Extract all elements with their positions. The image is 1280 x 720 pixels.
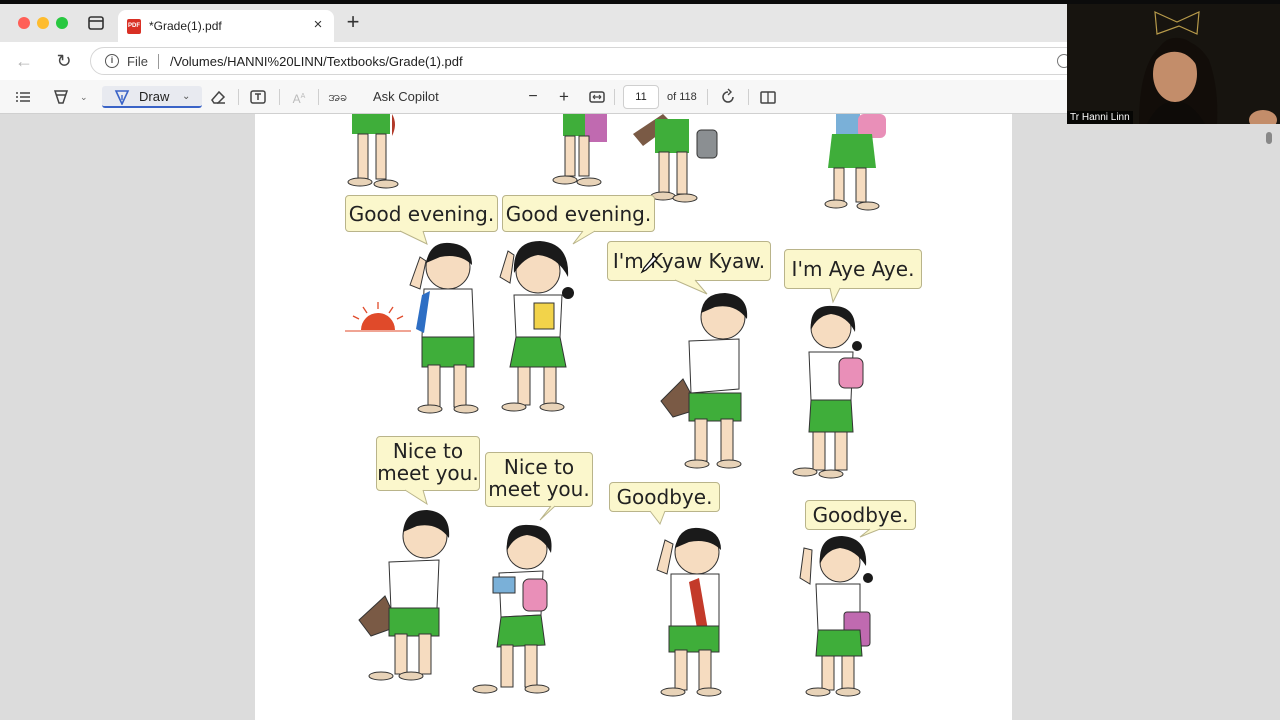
address-url[interactable]: /Volumes/HANNI%20LINN/Textbooks/Grade(1)… bbox=[170, 54, 463, 69]
pen-cursor-icon bbox=[640, 255, 658, 274]
contents-list-icon[interactable] bbox=[13, 86, 33, 108]
chevron-down-icon[interactable]: ⌄ bbox=[182, 86, 190, 108]
reload-icon[interactable]: ↻ bbox=[54, 51, 74, 71]
text-format-icon[interactable]: AA bbox=[289, 86, 309, 108]
omnibox[interactable]: i File /Volumes/HANNI%20LINN/Textbooks/G… bbox=[90, 47, 1080, 75]
divider bbox=[158, 54, 159, 69]
scrollbar-thumb[interactable] bbox=[1266, 132, 1272, 144]
fit-width-icon[interactable] bbox=[587, 86, 607, 108]
boy-bowing-illustration bbox=[358, 510, 450, 681]
tab-close-button[interactable]: × bbox=[310, 17, 326, 33]
ask-copilot-button[interactable]: Ask Copilot bbox=[373, 86, 439, 108]
boy-bowing-illustration bbox=[660, 293, 748, 469]
divider bbox=[318, 89, 319, 105]
divider bbox=[707, 89, 708, 105]
text-box-icon[interactable] bbox=[248, 86, 268, 108]
tab-grade-pdf[interactable]: PDF *Grade(1).pdf × bbox=[118, 10, 334, 42]
window-close-button[interactable] bbox=[18, 17, 30, 29]
video-call-tile[interactable]: S Tr Hanni Linn bbox=[1067, 4, 1280, 124]
address-scheme: File bbox=[127, 54, 148, 69]
boy-waving-illustration bbox=[409, 242, 479, 414]
new-tab-button[interactable]: + bbox=[343, 11, 363, 33]
pdf-viewer-area[interactable]: Good evening. Good evening. I'm Kyaw Kya… bbox=[0, 114, 1280, 720]
highlighter-icon[interactable] bbox=[51, 86, 71, 108]
divider bbox=[279, 89, 280, 105]
page-total: of 118 bbox=[667, 91, 697, 103]
tab-title: *Grade(1).pdf bbox=[149, 19, 222, 33]
page-view-icon[interactable] bbox=[758, 86, 778, 108]
window-maximize-button[interactable] bbox=[56, 17, 68, 29]
boy-waving-illustration bbox=[656, 527, 722, 697]
read-aloud-icon[interactable]: အခ bbox=[328, 86, 347, 108]
window-minimize-button[interactable] bbox=[37, 17, 49, 29]
chevron-down-icon[interactable]: ⌄ bbox=[80, 86, 88, 108]
pdf-page: Good evening. Good evening. I'm Kyaw Kya… bbox=[255, 114, 1012, 720]
draw-label: Draw bbox=[139, 89, 170, 104]
info-icon[interactable]: i bbox=[105, 54, 119, 68]
zoom-in-button[interactable]: + bbox=[554, 86, 574, 108]
divider bbox=[748, 89, 749, 105]
girl-bowing-illustration bbox=[472, 524, 552, 694]
participant-video: S bbox=[1067, 4, 1280, 124]
tab-actions-icon[interactable] bbox=[86, 13, 106, 33]
divider bbox=[238, 89, 239, 105]
girl-waving-illustration bbox=[799, 536, 873, 697]
participant-name: Tr Hanni Linn bbox=[1067, 111, 1133, 124]
zoom-out-button[interactable]: − bbox=[523, 86, 543, 108]
girl-standing-illustration bbox=[792, 305, 864, 479]
rotate-icon[interactable] bbox=[718, 86, 738, 108]
back-arrow-icon[interactable]: ← bbox=[14, 51, 34, 71]
draw-button[interactable]: Draw ⌄ bbox=[102, 86, 202, 108]
pdf-file-icon: PDF bbox=[127, 19, 141, 34]
divider bbox=[614, 89, 615, 105]
page-number-input[interactable]: 11 bbox=[623, 85, 659, 109]
pen-icon bbox=[114, 90, 130, 105]
eraser-icon[interactable] bbox=[208, 86, 228, 108]
girl-waving-illustration bbox=[499, 241, 574, 412]
